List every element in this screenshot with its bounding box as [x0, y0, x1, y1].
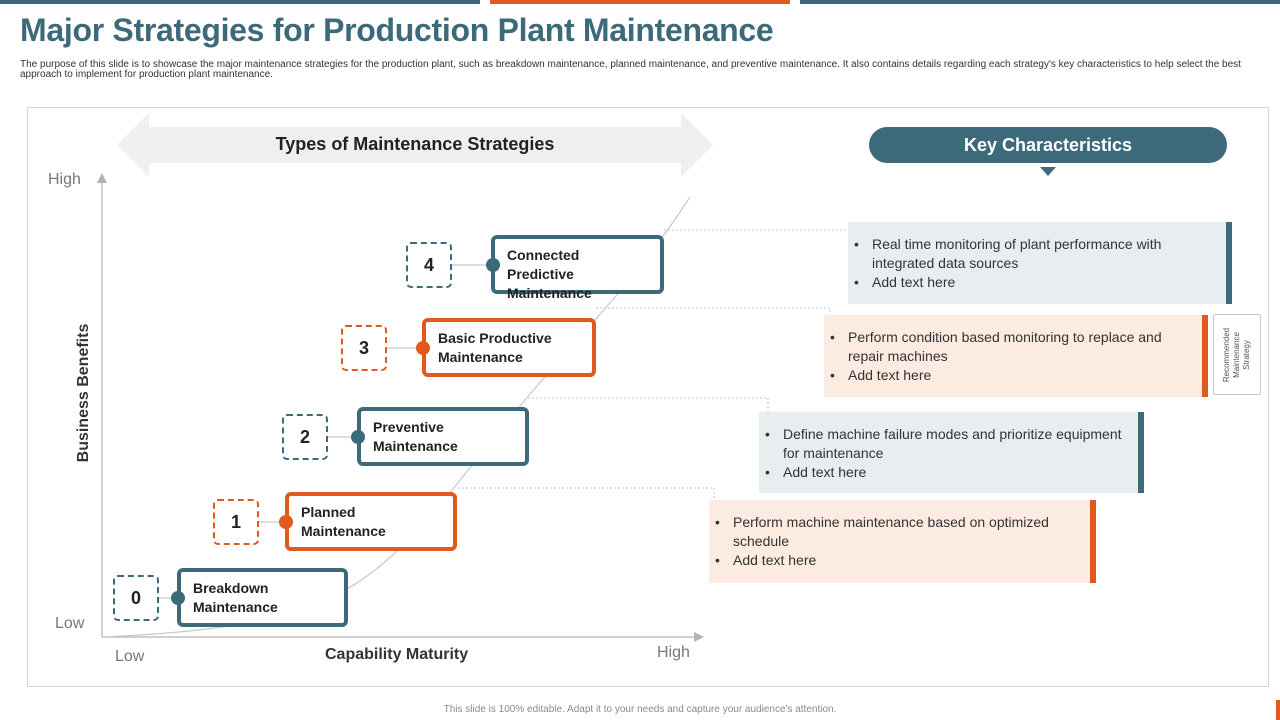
strategy-number-box-1: 1 — [213, 499, 259, 545]
strategy-box-breakdown: Breakdown Maintenance — [177, 568, 348, 627]
corner-accent — [1276, 700, 1280, 720]
strategy-box-connected-predictive: Connected Predictive Maintenance — [491, 235, 664, 301]
strategy-dot-0 — [171, 591, 185, 605]
recommended-strategy-label: Recommended Maintenance Strategy — [1222, 327, 1251, 382]
x-axis-title: Capability Maturity — [325, 646, 469, 663]
characteristic-point: Add text here — [765, 463, 1132, 482]
characteristic-point: Define machine failure modes and priorit… — [765, 425, 1132, 463]
strategy-label: Breakdown Maintenance — [193, 580, 278, 615]
y-axis-high-label: High — [48, 171, 81, 188]
key-characteristics-pill: Key Characteristics — [869, 127, 1227, 163]
y-axis-title: Business Benefits — [75, 323, 92, 463]
leader-3 — [596, 307, 831, 326]
characteristics-accent-bar — [1090, 500, 1096, 583]
characteristics-accent-bar — [1226, 222, 1232, 304]
strategy-label: Connected Predictive Maintenance — [507, 247, 592, 301]
characteristics-list: Define machine failure modes and priorit… — [765, 425, 1132, 482]
leader-2 — [528, 397, 769, 418]
characteristics-list: Perform machine maintenance based on opt… — [715, 513, 1084, 570]
strategy-label: Preventive Maintenance — [373, 419, 458, 454]
strategy-box-preventive: Preventive Maintenance — [357, 407, 529, 466]
key-pointer — [1040, 167, 1056, 176]
strategy-number-box-4: 4 — [406, 242, 452, 288]
strategy-label: Basic Productive Maintenance — [438, 330, 552, 365]
characteristic-point: Real time monitoring of plant performanc… — [854, 235, 1220, 273]
characteristic-point: Add text here — [854, 273, 1220, 292]
characteristics-box-basic-productive: Perform condition based monitoring to re… — [824, 315, 1208, 397]
recommended-strategy-tag: Recommended Maintenance Strategy — [1213, 314, 1261, 395]
characteristic-point: Perform condition based monitoring to re… — [830, 328, 1196, 366]
y-axis-low-label: Low — [55, 615, 85, 632]
y-axis-arrowhead — [97, 173, 107, 183]
characteristics-accent-bar — [1202, 315, 1208, 397]
characteristics-list: Perform condition based monitoring to re… — [830, 328, 1196, 385]
characteristic-point: Add text here — [715, 551, 1084, 570]
strategy-box-basic-productive: Basic Productive Maintenance — [422, 318, 596, 377]
x-axis-arrowhead — [694, 632, 704, 642]
characteristics-accent-bar — [1138, 412, 1144, 493]
strategy-dot-2 — [351, 430, 365, 444]
characteristics-box-connected-predictive: Real time monitoring of plant performanc… — [848, 222, 1232, 304]
characteristic-point: Add text here — [830, 366, 1196, 385]
characteristics-box-preventive: Define machine failure modes and priorit… — [759, 412, 1144, 493]
characteristic-point: Perform machine maintenance based on opt… — [715, 513, 1084, 551]
strategy-dot-1 — [279, 515, 293, 529]
x-axis-high-label: High — [657, 644, 690, 661]
strategy-label: Planned Maintenance — [301, 504, 386, 539]
characteristics-list: Real time monitoring of plant performanc… — [854, 235, 1220, 292]
strategy-number-box-0: 0 — [113, 575, 159, 621]
leader-1 — [458, 487, 715, 506]
types-of-strategies-label: Types of Maintenance Strategies — [275, 134, 555, 154]
strategy-number-box-2: 2 — [282, 414, 328, 460]
strategy-box-planned: Planned Maintenance — [285, 492, 457, 551]
strategy-dot-3 — [416, 341, 430, 355]
strategy-number-box-3: 3 — [341, 325, 387, 371]
strategy-dot-4 — [486, 258, 500, 272]
characteristics-box-planned: Perform machine maintenance based on opt… — [709, 500, 1096, 583]
footer-note: This slide is 100% editable. Adapt it to… — [443, 704, 837, 715]
x-axis-low-label: Low — [115, 648, 145, 665]
